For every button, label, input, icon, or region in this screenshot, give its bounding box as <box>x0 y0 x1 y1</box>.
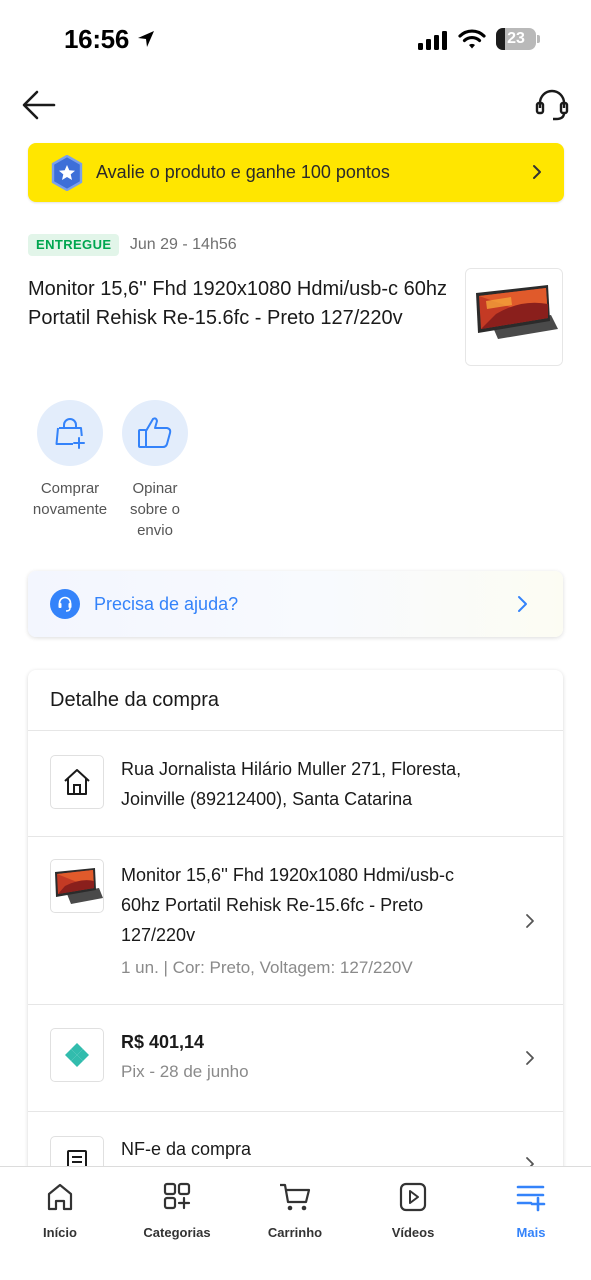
star-badge-icon <box>50 154 84 192</box>
chevron-right-icon <box>525 913 535 934</box>
rate-product-banner[interactable]: Avalie o produto e ganhe 100 pontos <box>28 143 564 202</box>
tab-categorias[interactable]: Categorias <box>118 1181 236 1240</box>
categories-icon <box>118 1181 236 1213</box>
arrow-left-icon <box>22 90 56 120</box>
chevron-right-icon <box>532 164 542 185</box>
status-time: 16:56 <box>64 24 129 54</box>
review-shipping-label: Opinar sobre o envio <box>129 480 181 539</box>
help-card[interactable]: Precisa de ajuda? <box>28 571 563 637</box>
pix-icon <box>50 1028 104 1082</box>
status-badge: ENTREGUE <box>28 234 120 256</box>
tab-label: Início <box>43 1225 77 1240</box>
invoice-label: NF-e da compra <box>121 1139 252 1159</box>
delivery-address: Rua Jornalista Hilário Muller 271, Flore… <box>121 759 462 809</box>
product-image[interactable] <box>465 268 563 366</box>
tab-label: Vídeos <box>391 1225 435 1240</box>
tab-label: Carrinho <box>267 1225 323 1240</box>
item-meta: 1 un. | Cor: Preto, Voltagem: 127/220V <box>121 958 413 977</box>
tab-carrinho[interactable]: Carrinho <box>236 1181 354 1240</box>
tab-label: Categorias <box>143 1225 211 1240</box>
cart-icon <box>236 1181 354 1213</box>
tab-inicio[interactable]: Início <box>1 1181 119 1240</box>
battery-level: 23 <box>507 30 525 47</box>
payment-method: Pix - 28 de junho <box>121 1062 249 1081</box>
tab-mais[interactable]: Mais <box>472 1181 590 1240</box>
help-headset-icon <box>50 589 80 619</box>
bottom-tab-bar: Início Categorias Carrinho Vídeos Mais <box>0 1166 591 1280</box>
shopping-bag-plus-icon <box>55 418 85 449</box>
location-arrow-icon <box>136 29 156 54</box>
order-status-row: ENTREGUE Jun 29 - 14h56 <box>28 234 237 258</box>
chevron-right-icon <box>525 1050 535 1071</box>
headset-icon <box>535 89 569 121</box>
more-icon <box>472 1181 590 1213</box>
review-shipping-button[interactable] <box>122 400 188 466</box>
delivery-date: Jun 29 - 14h56 <box>129 236 237 253</box>
back-button[interactable] <box>20 88 58 122</box>
buy-again-button[interactable] <box>37 400 103 466</box>
address-row: Rua Jornalista Hilário Muller 271, Flore… <box>28 731 563 837</box>
tab-label: Mais <box>516 1225 546 1240</box>
status-bar: 16:56 23 <box>0 0 591 80</box>
house-icon <box>50 755 104 809</box>
tab-videos[interactable]: Vídeos <box>354 1181 472 1240</box>
thumbs-up-icon <box>138 417 172 448</box>
item-row[interactable]: Monitor 15,6'' Fhd 1920x1080 Hdmi/usb-c … <box>28 837 563 1005</box>
payment-info: R$ 401,14 Pix - 28 de junho <box>121 1027 491 1087</box>
purchase-detail-card: Detalhe da compra Rua Jornalista Hilário… <box>28 670 563 1190</box>
top-navigation <box>0 80 591 130</box>
payment-row[interactable]: R$ 401,14 Pix - 28 de junho <box>28 1005 563 1112</box>
banner-text: Avalie o produto e ganhe 100 pontos <box>96 162 390 182</box>
cellular-signal-icon <box>418 30 450 55</box>
item-description: Monitor 15,6'' Fhd 1920x1080 Hdmi/usb-c … <box>121 860 491 983</box>
product-title: Monitor 15,6'' Fhd 1920x1080 Hdmi/usb-c … <box>28 278 447 329</box>
home-icon <box>1 1181 119 1213</box>
video-icon <box>354 1181 472 1213</box>
payment-amount: R$ 401,14 <box>121 1032 205 1052</box>
wifi-icon <box>458 28 486 55</box>
detail-header: Detalhe da compra <box>28 670 563 731</box>
battery-indicator: 23 <box>496 28 540 50</box>
support-button[interactable] <box>532 86 572 124</box>
review-shipping-action[interactable]: Opinar sobre o envio <box>105 400 205 541</box>
help-text: Precisa de ajuda? <box>94 594 239 614</box>
item-thumbnail <box>50 859 104 913</box>
chevron-right-icon <box>517 595 529 618</box>
monitor-image-icon <box>466 269 562 365</box>
